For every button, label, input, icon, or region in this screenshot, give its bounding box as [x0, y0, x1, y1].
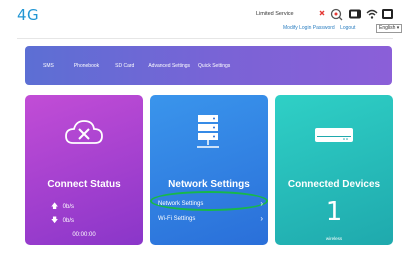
tab-phonebook[interactable]: Phonebook: [74, 63, 99, 69]
cloud-disconnected-icon: [65, 120, 103, 144]
tab-quick-settings[interactable]: Quick Settings: [198, 63, 230, 69]
tab-advanced-settings[interactable]: Advanced Settings: [148, 63, 190, 69]
download-arrow-icon: 🡇: [51, 217, 59, 224]
device-type-label: wireless: [325, 236, 343, 241]
network-settings-title: Network Settings: [168, 179, 250, 190]
brand-logo: 4G: [17, 6, 40, 24]
modify-password-link[interactable]: Modify Login Password: [283, 25, 335, 31]
connect-status-card[interactable]: Connect Status 🡅 0b/s 🡇 0b/s 00:00:00: [25, 95, 143, 245]
header-divider: [17, 38, 393, 39]
connection-duration: 00:00:00: [72, 232, 96, 238]
download-rate-row: 🡇 0b/s: [51, 216, 74, 227]
language-value: English: [379, 25, 396, 31]
upload-rate-row: 🡅 0b/s: [51, 202, 74, 213]
router-dashboard: 4G Limited Service Modify Login Password…: [0, 0, 409, 258]
wifi-settings-link-label: Wi-Fi Settings: [158, 216, 196, 222]
device-count: 1: [325, 197, 343, 227]
upload-arrow-icon: 🡅: [51, 203, 59, 210]
tab-sms[interactable]: SMS: [43, 63, 54, 69]
signal-error-icon: [319, 10, 325, 16]
chevron-right-icon: ›: [260, 214, 263, 223]
battery-icon: [349, 9, 361, 19]
upload-rate: 0b/s: [62, 204, 75, 210]
router-device-icon: [315, 128, 353, 142]
download-rate: 0b/s: [62, 218, 75, 224]
chevron-down-icon: ▾: [396, 25, 400, 31]
connected-devices-title: Connected Devices: [287, 179, 381, 190]
logout-link[interactable]: Logout: [340, 25, 355, 31]
lock-icon: [330, 8, 343, 21]
chevron-right-icon: ›: [260, 199, 263, 208]
network-settings-link[interactable]: Network Settings ›: [158, 199, 263, 208]
status-icons: [319, 8, 393, 21]
network-settings-card: Network Settings Network Settings › Wi-F…: [150, 95, 268, 245]
network-settings-link-label: Network Settings: [158, 201, 204, 207]
wifi-icon: [366, 9, 378, 19]
main-nav: SMS Phonebook SD Card Advanced Settings …: [25, 46, 392, 85]
service-status: Limited Service: [256, 11, 294, 17]
top-links: Modify Login Password Logout: [283, 25, 359, 31]
server-icon: [197, 115, 219, 148]
connect-status-title: Connect Status: [47, 179, 121, 190]
language-select[interactable]: English ▾: [376, 24, 402, 33]
sim-icon: [382, 9, 393, 19]
connected-devices-card[interactable]: Connected Devices 1 wireless: [275, 95, 393, 245]
wifi-settings-link[interactable]: Wi-Fi Settings ›: [158, 214, 263, 223]
tab-sd-card[interactable]: SD Card: [115, 63, 134, 69]
